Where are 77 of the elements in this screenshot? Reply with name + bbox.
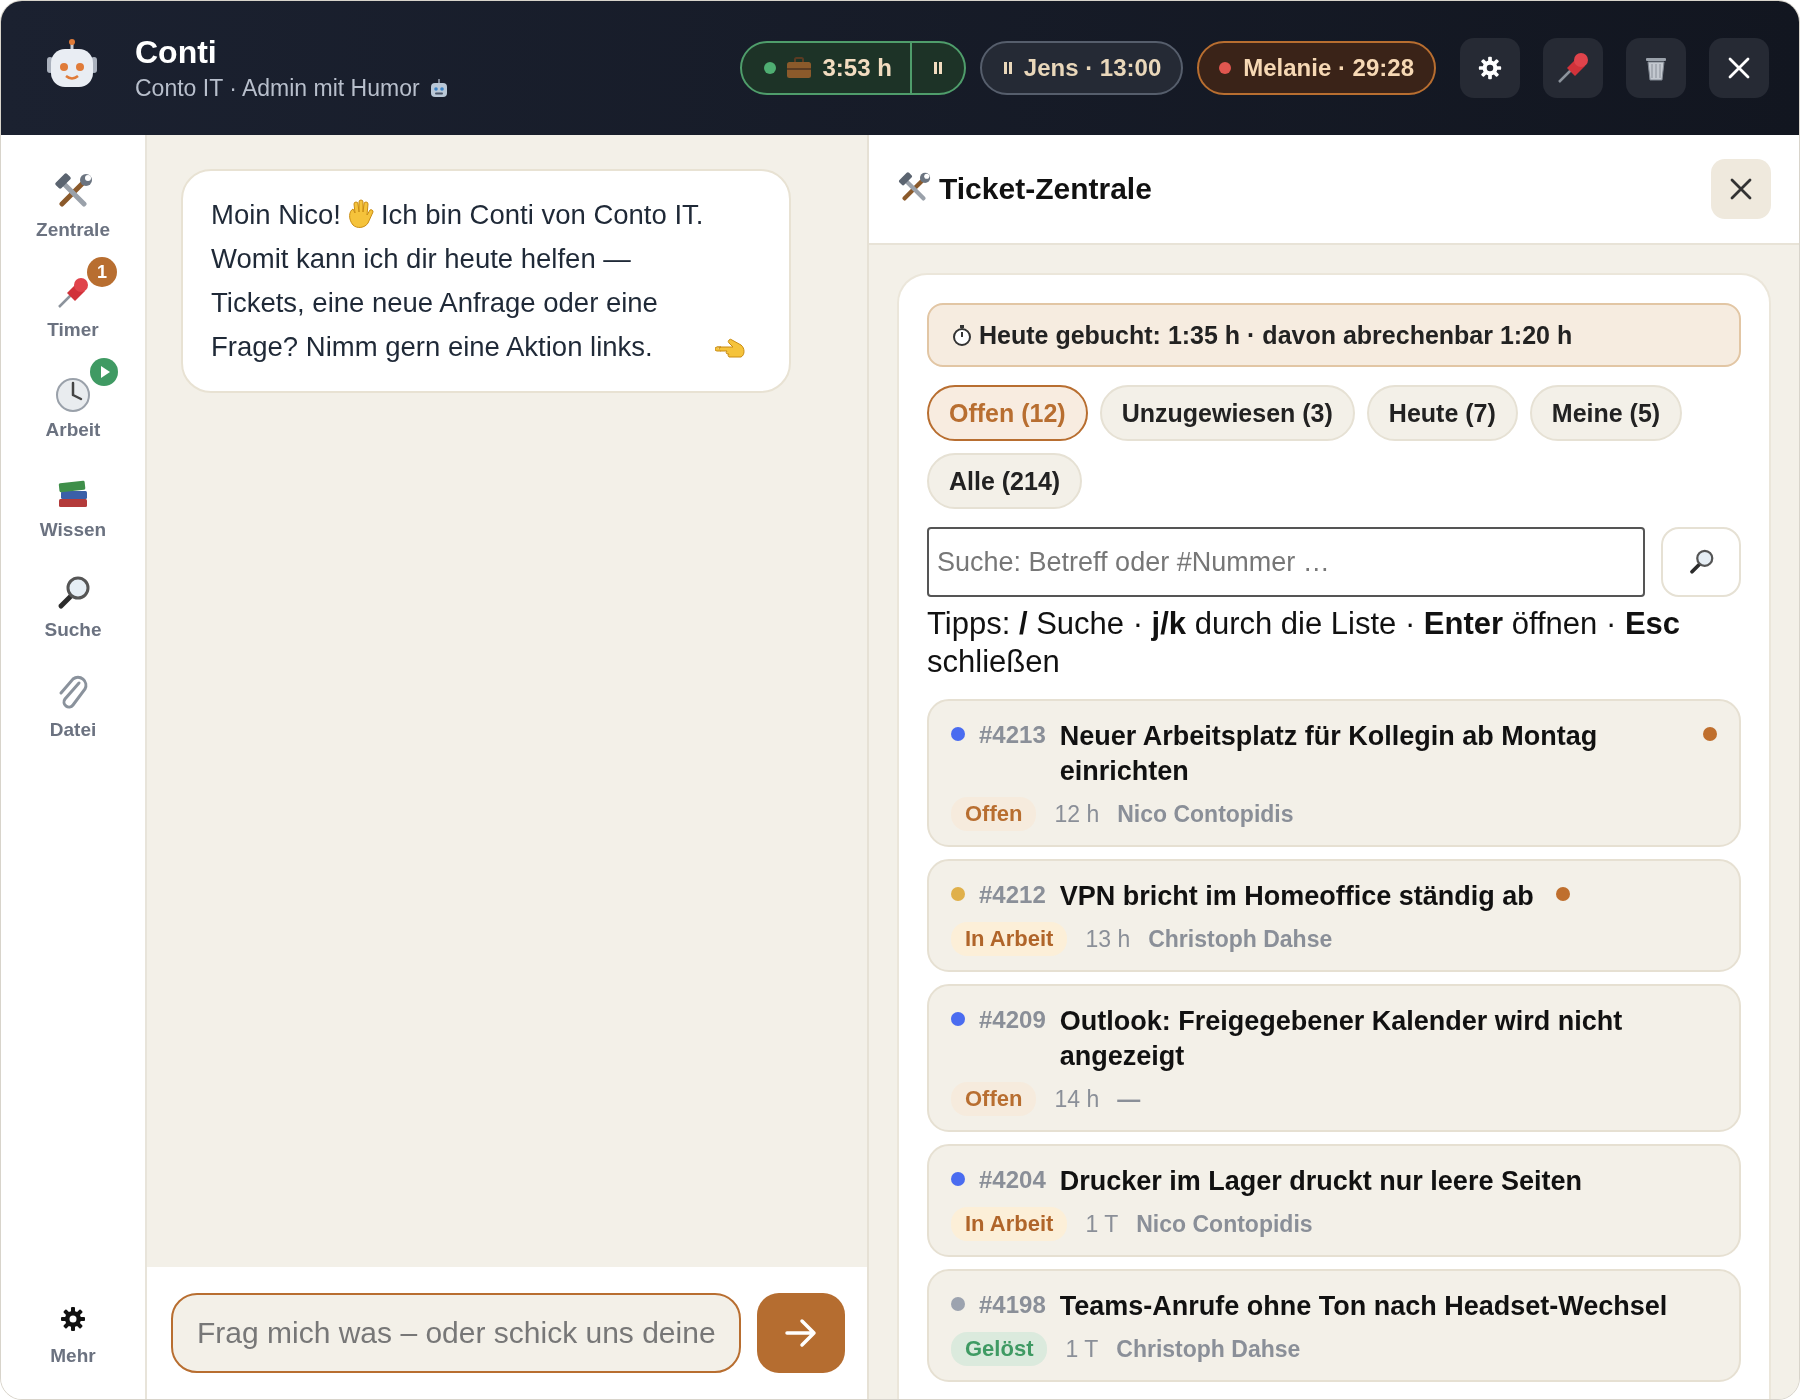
pin-button[interactable] (1543, 38, 1603, 98)
ticket-card[interactable]: #4204 Drucker im Lager druckt nur leere Seiten In Arbeit 1 T Nico Contopidis (927, 1144, 1741, 1257)
close-icon (1728, 176, 1754, 202)
ticket-card[interactable]: #4212 VPN bricht im Homeoffice ständig ab In Arbeit 13 h Christoph Dahse (927, 859, 1741, 972)
status-tag: In Arbeit (951, 922, 1068, 956)
pause-icon (1001, 61, 1014, 75)
ticket-age: 1 T (1065, 1335, 1099, 1363)
ticket-age: 14 h (1054, 1085, 1100, 1113)
status-tag: In Arbeit (951, 1207, 1068, 1241)
message-input[interactable]: Frag mich was – oder schick uns deine (171, 1293, 741, 1373)
status-tag: Offen (951, 797, 1037, 831)
status-dot (1219, 62, 1232, 74)
ticket-title: VPN bricht im Homeoffice ständig ab (1059, 880, 1534, 913)
send-button[interactable] (757, 1293, 845, 1373)
ticket-number: #4209 (979, 1006, 1046, 1034)
message-text: Moin Nico! (211, 199, 341, 230)
ticket-card[interactable]: #4209 Outlook: Freigegebener Kalender wird nicht angezeigt Offen 14 h — (927, 984, 1741, 1132)
timer-text: Melanie · 29:28 (1243, 54, 1414, 82)
count-badge: 1 (87, 257, 117, 287)
work-timer[interactable]: 3:53 h (740, 41, 966, 95)
timer-text: 3:53 h (822, 54, 892, 82)
sidebar-item[interactable]: Suche (1, 553, 145, 643)
booked-time-text: Heute gebucht: 1:35 h · davon abrechenbar 1:20 h (979, 320, 1573, 350)
ticket-number: #4198 (979, 1291, 1046, 1319)
pause-icon (931, 61, 944, 75)
sidebar-item[interactable]: Arbeit (1, 353, 145, 443)
stopwatch-icon (951, 324, 973, 346)
sidebar-item[interactable]: Wissen (1, 453, 145, 543)
app-subtitle: Conto IT · Admin mit Humor (135, 75, 420, 102)
briefcase-icon (786, 56, 813, 80)
ticket-number: #4213 (979, 721, 1046, 749)
recording-timer[interactable]: Melanie · 29:28 (1197, 41, 1436, 95)
more-button[interactable]: Mehr (1, 1279, 145, 1369)
ticket-assignee: Nico Contopidis (1117, 800, 1294, 828)
status-tag: Offen (951, 1082, 1037, 1116)
ticket-age: 12 h (1054, 800, 1100, 828)
ticket-number: #4212 (979, 881, 1046, 909)
arrow-right-icon (784, 1318, 818, 1348)
message-text: Womit kann ich dir heute helfen — Tickets, eine neue Anfrage oder eine Frage? Nimm gern eine Aktion links. (211, 242, 659, 364)
timer-text: Jens · 13:00 (1023, 54, 1162, 82)
panel-title: Ticket-Zentrale (939, 172, 1153, 206)
message-text: Ich bin Conti von Conto IT. (380, 199, 704, 230)
filter-tab[interactable]: Meine (5) (1529, 385, 1683, 441)
filter-tab[interactable]: Unzugewiesen (3) (1099, 385, 1355, 441)
settings-icon (1477, 55, 1503, 81)
shortcut-tips: Tipps: / Suche · j/k durch die Liste · Enter öffnen · Esc schließen (927, 605, 1682, 681)
filter-tab[interactable]: Alle (214) (927, 453, 1083, 509)
pointing-hand-icon (715, 337, 747, 361)
ticket-title: Neuer Arbeitsplatz für Kollegin ab Montag einrichten (1059, 720, 1599, 788)
ticket-title: Drucker im Lager druckt nur leere Seiten (1059, 1165, 1582, 1198)
settings-button[interactable] (1460, 38, 1520, 98)
sidebar-item[interactable]: Zentrale (1, 153, 145, 243)
close-icon (1726, 55, 1752, 81)
ticket-age: 1 T (1085, 1210, 1119, 1238)
ticket-title: Teams-Anrufe ohne Ton nach Headset-Wechsel (1059, 1290, 1668, 1323)
status-tag: Gelöst (951, 1332, 1048, 1366)
sidebar-item[interactable]: Datei (1, 653, 145, 743)
status-dot (764, 62, 777, 74)
sidebar-item[interactable]: 1 Timer (1, 253, 145, 343)
settings-icon (59, 1305, 87, 1333)
search-field[interactable]: Suche: Betreff oder #Nummer … (927, 527, 1645, 597)
close-button[interactable] (1709, 38, 1769, 98)
ticket-card[interactable]: #4213 Neuer Arbeitsplatz für Kollegin ab Montag einrichten Offen 12 h Nico Contopidis (927, 699, 1741, 847)
search-button[interactable] (1661, 527, 1741, 597)
ticket-assignee: Nico Contopidis (1136, 1210, 1313, 1238)
ticket-age: 13 h (1085, 925, 1131, 953)
close-button[interactable] (1711, 159, 1771, 219)
ticket-assignee: Christoph Dahse (1116, 1335, 1301, 1363)
ticket-number: #4204 (979, 1166, 1046, 1194)
ticket-assignee: — (1117, 1085, 1141, 1113)
filter-tab[interactable]: Heute (7) (1366, 385, 1518, 441)
ticket-card[interactable]: #4198 Teams-Anrufe ohne Ton nach Headset-Wechsel Gelöst 1 T Christoph Dahse (927, 1269, 1741, 1382)
ticket-title: Outlook: Freigegebener Kalender wird nicht angezeigt (1059, 1005, 1624, 1073)
app-title: Conti (135, 34, 218, 71)
ticket-assignee: Christoph Dahse (1148, 925, 1333, 953)
paused-timer[interactable]: Jens · 13:00 (979, 41, 1184, 95)
delete-button[interactable] (1626, 38, 1686, 98)
